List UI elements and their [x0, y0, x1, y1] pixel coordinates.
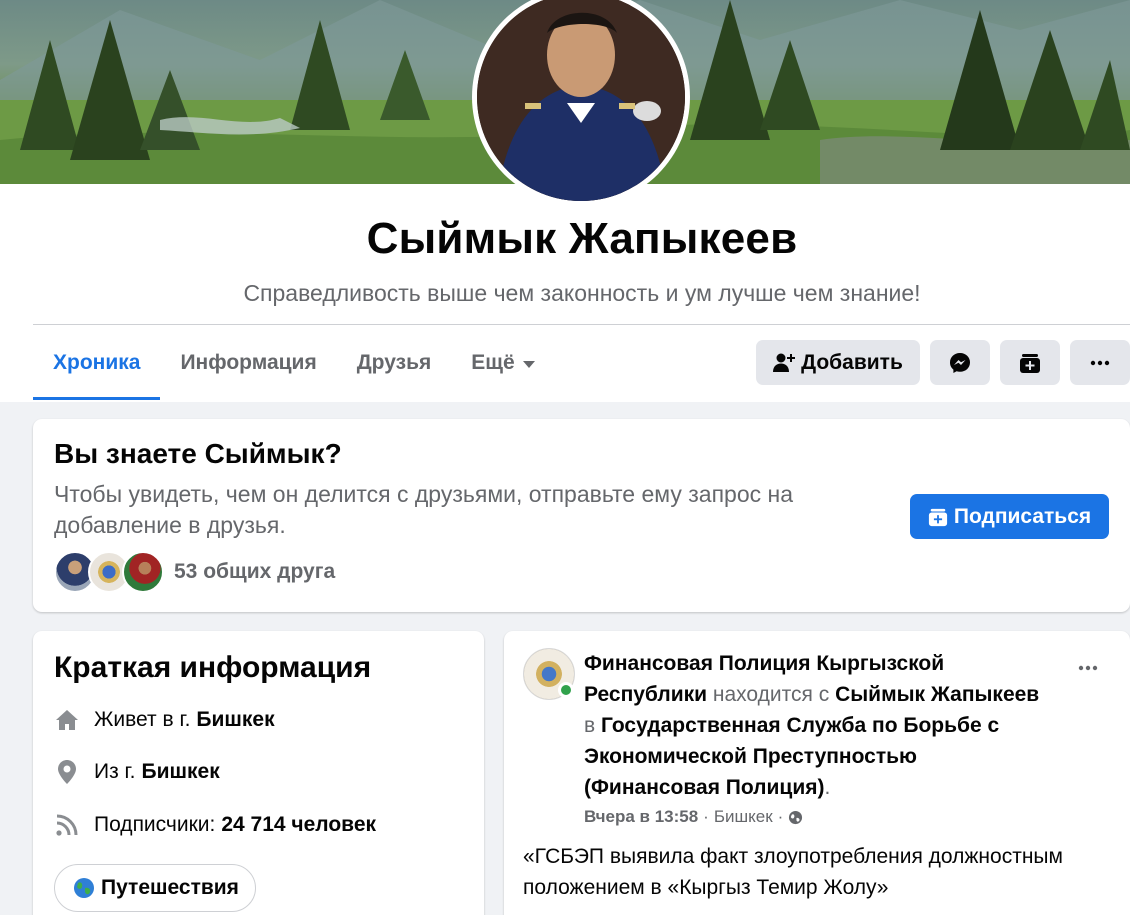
- post-header: Финансовая Полиция Кыргызской Республики…: [584, 648, 1054, 803]
- public-globe-icon[interactable]: [788, 810, 803, 825]
- know-person-card: Вы знаете Сыймык? Чтобы увидеть, чем он …: [33, 419, 1130, 612]
- tab-more[interactable]: Ещё: [451, 326, 554, 400]
- intro-title: Краткая информация: [54, 651, 372, 684]
- followers-prefix: Подписчики:: [94, 813, 216, 836]
- from-city[interactable]: Бишкек: [142, 760, 220, 784]
- post-location[interactable]: Бишкек: [714, 807, 773, 827]
- post-card: Финансовая Полиция Кыргызской Республики…: [504, 631, 1130, 915]
- tab-timeline[interactable]: Хроника: [33, 326, 161, 400]
- messenger-icon: [950, 352, 970, 373]
- lives-in-prefix: Живет в г.: [94, 708, 191, 731]
- lives-in-city[interactable]: Бишкек: [196, 708, 274, 732]
- add-friend-icon: [773, 353, 796, 372]
- profile-header: Сыймык Жапыкеев Справедливость выше чем …: [0, 0, 1130, 402]
- profile-tabs: Хроника Информация Друзья Ещё: [33, 326, 555, 400]
- more-options-button[interactable]: [1070, 340, 1130, 385]
- rss-feed-icon: [54, 812, 80, 838]
- intro-card: Краткая информация Живет в г. Бишкек Из …: [33, 631, 484, 915]
- from-prefix: Из г.: [94, 760, 136, 783]
- mutual-friends[interactable]: 53 общих друга: [54, 551, 335, 593]
- follow-icon: [1020, 353, 1040, 373]
- more-dots-icon: [1078, 665, 1098, 671]
- tab-about-label: Информация: [180, 351, 317, 374]
- profile-bio: Справедливость выше чем законность и ум …: [243, 280, 921, 306]
- meta-separator: ·: [703, 807, 709, 826]
- post-body-text: «ГСБЭП выявила факт злоупотребления долж…: [523, 845, 1063, 899]
- mutual-friends-count[interactable]: 53 общих друга: [174, 560, 335, 584]
- followers-row: Подписчики: 24 714 человек: [54, 810, 376, 840]
- followers-value[interactable]: 24 714 человек: [221, 813, 376, 837]
- home-icon: [54, 707, 80, 733]
- tab-more-label: Ещё: [471, 351, 515, 374]
- profile-name: Сыймык Жапыкеев: [366, 214, 798, 263]
- hobby-chip[interactable]: Путешествия: [54, 864, 256, 912]
- from-row: Из г. Бишкек: [54, 757, 220, 787]
- more-dots-icon: [1090, 360, 1110, 365]
- mutual-friend-avatar[interactable]: [122, 551, 164, 593]
- online-status-dot: [558, 682, 574, 698]
- tab-friends[interactable]: Друзья: [337, 326, 452, 400]
- post-time[interactable]: Вчера в 13:58: [584, 807, 698, 827]
- know-title: Вы знаете Сыймык?: [54, 438, 342, 469]
- post-is-with: находится с: [712, 683, 830, 706]
- subscribe-button[interactable]: Подписаться: [910, 494, 1109, 539]
- know-text: Чтобы увидеть, чем он делится с друзьями…: [54, 481, 793, 538]
- meta-separator: ·: [777, 807, 784, 826]
- post-person-link[interactable]: Сыймык Жапыкеев: [835, 683, 1039, 706]
- header-divider: [33, 324, 1130, 325]
- hobby-label: Путешествия: [101, 876, 239, 899]
- messenger-button[interactable]: [930, 340, 990, 385]
- post-in: в: [584, 714, 596, 737]
- profile-actions: Добавить: [756, 340, 1130, 385]
- add-friend-button[interactable]: Добавить: [756, 340, 920, 385]
- lives-in-row: Живет в г. Бишкек: [54, 705, 275, 735]
- post-meta: Вчера в 13:58 · Бишкек ·: [584, 807, 803, 827]
- tab-timeline-label: Хроника: [53, 351, 141, 374]
- subscribe-label: Подписаться: [953, 504, 1092, 528]
- caret-down-icon: [522, 360, 535, 368]
- tab-friends-label: Друзья: [356, 351, 432, 374]
- location-pin-icon: [54, 759, 80, 785]
- post-more-button[interactable]: [1070, 653, 1106, 683]
- post-dot: .: [824, 776, 831, 799]
- tab-about[interactable]: Информация: [160, 326, 336, 400]
- follow-button[interactable]: [1000, 340, 1060, 385]
- avatar-photo: [477, 0, 685, 201]
- post-place-link[interactable]: Государственная Служба по Борьбе с Эконо…: [584, 714, 999, 799]
- follow-icon: [928, 508, 947, 526]
- globe-icon: [74, 878, 94, 898]
- add-friend-label: Добавить: [801, 350, 903, 374]
